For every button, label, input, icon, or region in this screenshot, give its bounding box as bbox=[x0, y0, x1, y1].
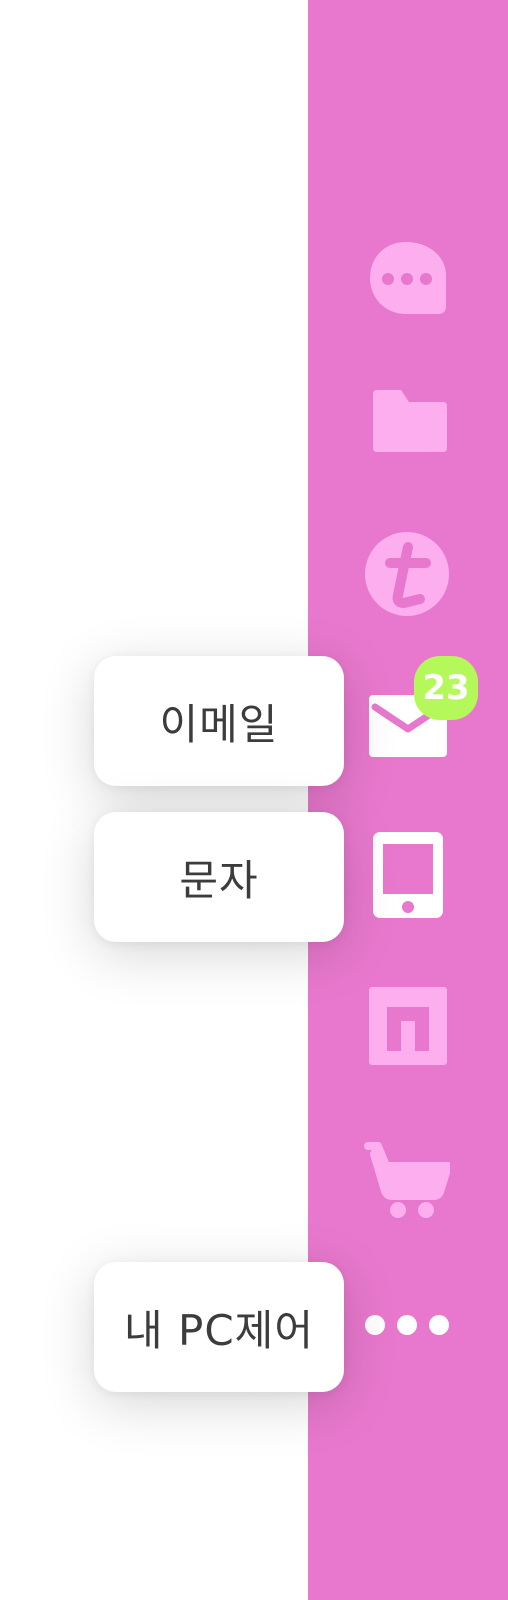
n-logo-icon[interactable] bbox=[369, 987, 447, 1065]
page: 23 이메일 문자 내 PC제어 bbox=[0, 0, 508, 1600]
tooltip-sms-label: 문자 bbox=[179, 855, 259, 905]
tooltip-sms: 문자 bbox=[94, 812, 344, 942]
tistory-icon[interactable] bbox=[364, 531, 450, 617]
cart-icon[interactable] bbox=[364, 1140, 450, 1220]
email-notification-badge: 23 bbox=[414, 656, 478, 720]
tooltip-pc-control: 내 PC제어 bbox=[94, 1262, 344, 1392]
folder-icon[interactable] bbox=[373, 390, 447, 452]
tooltip-email: 이메일 bbox=[94, 656, 344, 786]
tooltip-pc-control-label: 내 PC제어 bbox=[124, 1305, 314, 1355]
more-dots-icon[interactable] bbox=[364, 1312, 450, 1338]
chat-bubble-icon[interactable] bbox=[368, 240, 448, 316]
phone-icon[interactable] bbox=[373, 832, 443, 918]
tooltip-email-label: 이메일 bbox=[159, 699, 279, 749]
